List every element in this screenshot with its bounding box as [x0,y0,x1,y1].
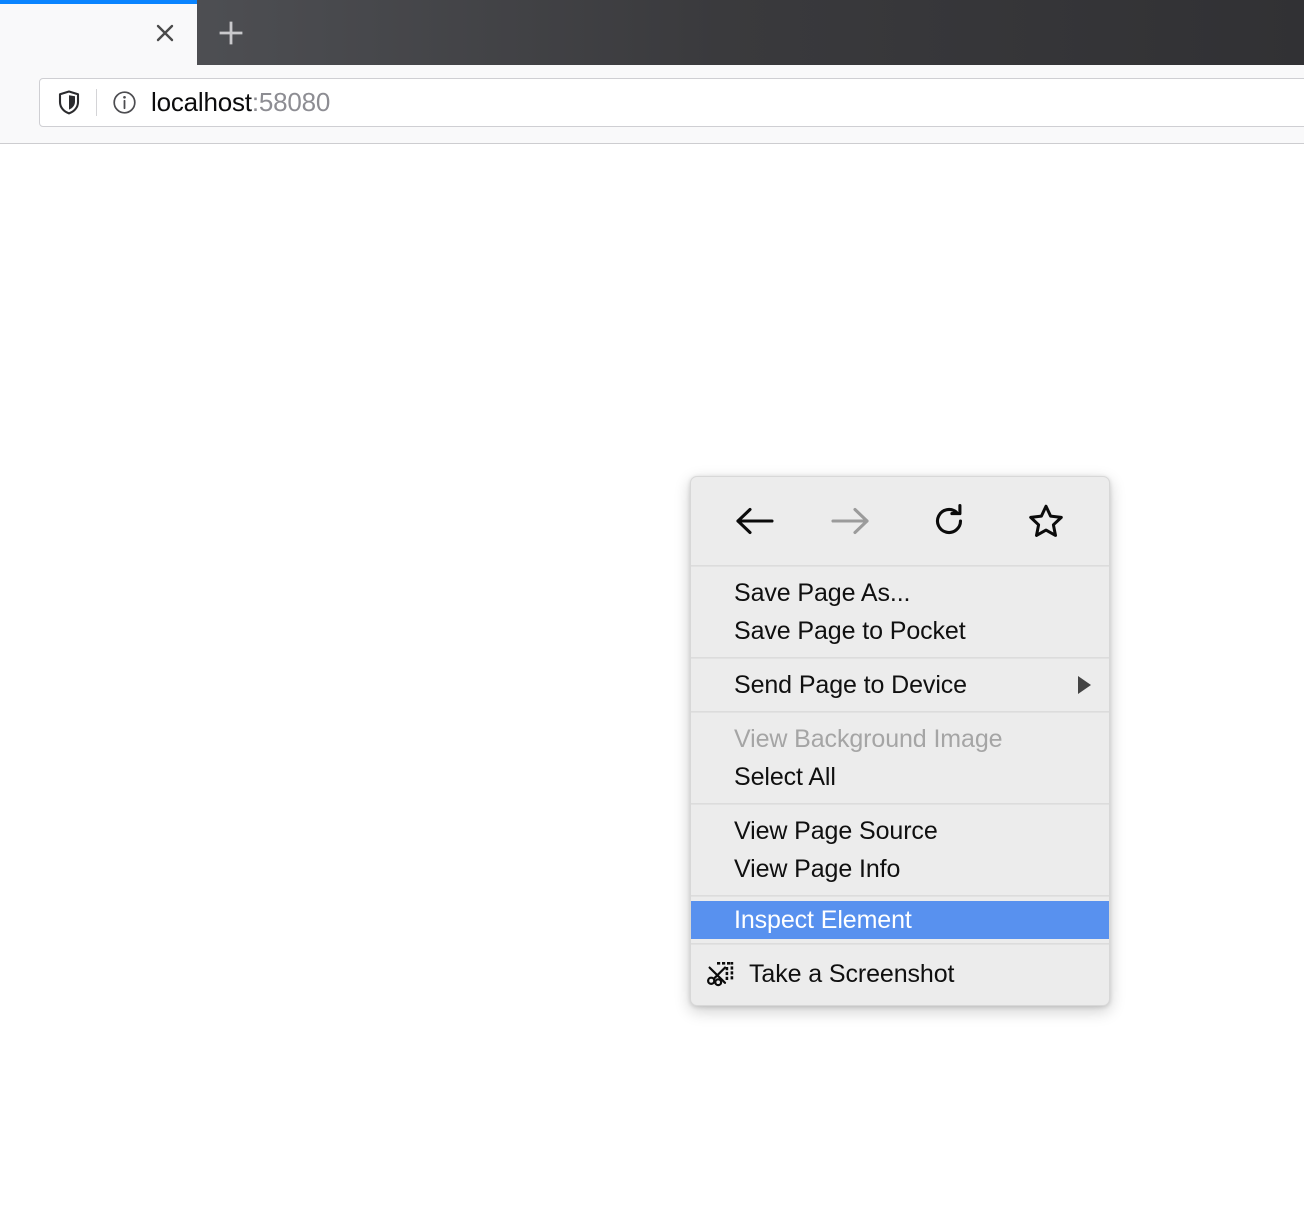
context-menu-toolbar [691,477,1109,565]
menu-group: Save Page As... Save Page to Pocket [691,567,1109,657]
star-icon [1029,504,1064,537]
close-icon[interactable] [148,16,181,49]
menu-group: Take a Screenshot [691,945,1109,1005]
menu-item-label: Save Page to Pocket [734,616,966,645]
menu-group: View Page Source View Page Info [691,805,1109,895]
navigation-toolbar: localhost:58080 [0,65,1304,144]
tab-strip [0,0,1304,65]
menu-item-label: View Background Image [734,724,1003,753]
menu-group: Send Page to Device [691,659,1109,711]
reload-button[interactable] [916,492,982,550]
menu-item-send-page-to-device[interactable]: Send Page to Device [691,666,1109,704]
forward-button [818,492,884,550]
chevron-right-icon [1078,676,1091,694]
menu-item-label: View Page Info [734,854,901,883]
menu-item-view-page-source[interactable]: View Page Source [691,812,1109,850]
menu-item-label: Send Page to Device [734,670,967,699]
url-text[interactable]: localhost:58080 [151,87,330,118]
menu-item-label: View Page Source [734,816,938,845]
menu-item-label: Inspect Element [734,905,912,934]
tab-active-indicator [0,0,197,4]
url-port: :58080 [251,87,331,117]
arrow-right-icon [831,507,869,535]
new-tab-button[interactable] [205,8,257,58]
arrow-left-icon [736,507,774,535]
urlbar-divider [96,89,97,116]
url-host: localhost [151,87,252,117]
menu-item-label: Save Page As... [734,578,911,607]
reload-icon [935,504,962,534]
url-bar[interactable]: localhost:58080 [39,78,1304,127]
tab-active[interactable] [0,0,197,65]
menu-group: View Background Image Select All [691,713,1109,803]
menu-item-label: Take a Screenshot [749,959,955,988]
plus-icon [219,21,243,45]
scissors-screenshot-icon [705,959,735,989]
menu-item-view-background-image: View Background Image [691,720,1109,758]
bookmark-button[interactable] [1013,492,1079,550]
browser-window: localhost:58080 Save Page As... Save Pag… [0,0,1304,1218]
shield-icon[interactable] [57,90,81,116]
menu-item-save-page-as[interactable]: Save Page As... [691,574,1109,612]
menu-item-inspect-element[interactable]: Inspect Element [691,901,1109,939]
menu-item-label: Select All [734,762,836,791]
back-button[interactable] [721,492,787,550]
context-menu: Save Page As... Save Page to Pocket Send… [690,476,1110,1006]
menu-item-take-a-screenshot[interactable]: Take a Screenshot [691,955,1109,993]
menu-group: Inspect Element [691,897,1109,943]
menu-item-view-page-info[interactable]: View Page Info [691,850,1109,888]
info-circle-icon[interactable] [111,90,137,116]
menu-item-select-all[interactable]: Select All [691,758,1109,796]
menu-item-save-page-to-pocket[interactable]: Save Page to Pocket [691,612,1109,650]
